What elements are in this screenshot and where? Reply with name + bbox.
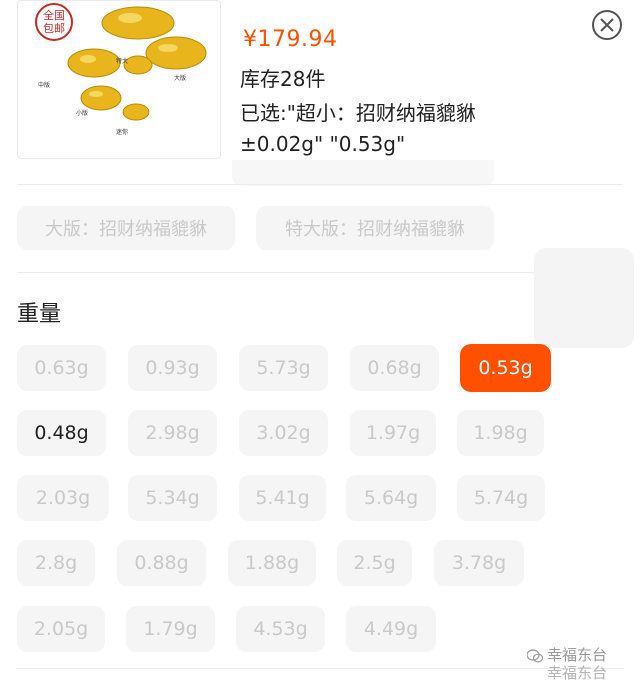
svg-text:特大: 特大 bbox=[116, 57, 128, 65]
selected-options-line1: 已选:"超小：招财纳福貔貅 bbox=[240, 101, 476, 125]
svg-text:包邮: 包邮 bbox=[43, 22, 65, 35]
gold-pixiu-illustration: 全国 包邮 特大 大版 中版 小版 迷你 bbox=[35, 3, 207, 136]
svg-text:中版: 中版 bbox=[38, 81, 50, 89]
size-option-extra-large[interactable]: 特大版：招财纳福貔貅 bbox=[256, 206, 494, 250]
sku-selector-panel: 全国 包邮 特大 大版 中版 小版 迷你 ¥179.94 库存28件 已选:"超… bbox=[0, 0, 640, 686]
weight-option[interactable]: 1.97g bbox=[350, 410, 436, 456]
weight-option[interactable]: 2.03g bbox=[17, 475, 109, 521]
selected-options: 已选:"超小：招财纳福貔貅 ±0.02g" "0.53g" bbox=[240, 98, 600, 160]
weight-option[interactable]: 0.93g bbox=[128, 345, 217, 391]
weight-option[interactable]: 4.53g bbox=[236, 606, 325, 652]
selected-options-line2: ±0.02g" "0.53g" bbox=[240, 132, 406, 156]
weight-option[interactable]: 0.68g bbox=[350, 345, 439, 391]
weight-option[interactable]: 2.8g bbox=[17, 540, 95, 586]
weight-option[interactable]: 2.05g bbox=[17, 606, 105, 652]
watermark-line2: 幸福东台 bbox=[547, 664, 608, 682]
product-image: 全国 包邮 特大 大版 中版 小版 迷你 bbox=[17, 0, 221, 159]
weight-option[interactable]: 5.41g bbox=[239, 475, 326, 521]
price: ¥179.94 bbox=[243, 27, 338, 52]
svg-text:迷你: 迷你 bbox=[116, 128, 128, 136]
free-shipping-stamp: 全国 包邮 bbox=[35, 3, 73, 41]
watermark: 幸福东台 幸福东台 bbox=[527, 646, 607, 682]
divider bbox=[17, 184, 623, 185]
weight-option[interactable]: 1.79g bbox=[126, 606, 215, 652]
close-button[interactable] bbox=[592, 10, 622, 40]
stock-count: 库存28件 bbox=[240, 67, 326, 91]
weight-option[interactable]: 3.78g bbox=[434, 540, 524, 586]
weight-option[interactable]: 5.34g bbox=[128, 475, 217, 521]
svg-text:大版: 大版 bbox=[174, 74, 186, 82]
svg-text:全国: 全国 bbox=[43, 8, 65, 22]
weight-option[interactable]: 2.98g bbox=[128, 410, 217, 456]
weight-option-selected[interactable]: 0.53g bbox=[461, 345, 550, 391]
weight-option[interactable]: 2.5g bbox=[337, 540, 412, 586]
weight-option[interactable]: 1.98g bbox=[457, 410, 544, 456]
weight-option[interactable]: 0.88g bbox=[117, 540, 206, 586]
weight-option[interactable]: 5.64g bbox=[346, 475, 436, 521]
weight-option[interactable]: 1.88g bbox=[228, 540, 316, 586]
weight-title: 重量 bbox=[17, 302, 62, 327]
weight-option[interactable]: 3.02g bbox=[239, 410, 328, 456]
weight-option[interactable]: 5.74g bbox=[457, 475, 545, 521]
close-icon bbox=[600, 18, 614, 32]
weight-option[interactable]: 5.73g bbox=[239, 345, 328, 391]
floating-overlay bbox=[534, 248, 634, 348]
svg-text:小版: 小版 bbox=[76, 109, 88, 117]
size-option-large[interactable]: 大版：招财纳福貔貅 bbox=[17, 206, 235, 250]
size-option-partial[interactable] bbox=[232, 160, 494, 186]
weight-option[interactable]: 4.49g bbox=[346, 606, 436, 652]
wechat-icon bbox=[527, 648, 543, 662]
divider bbox=[17, 272, 623, 273]
weight-option-available[interactable]: 0.48g bbox=[17, 410, 106, 456]
weight-option[interactable]: 0.63g bbox=[17, 345, 106, 391]
watermark-line1: 幸福东台 bbox=[547, 646, 608, 664]
